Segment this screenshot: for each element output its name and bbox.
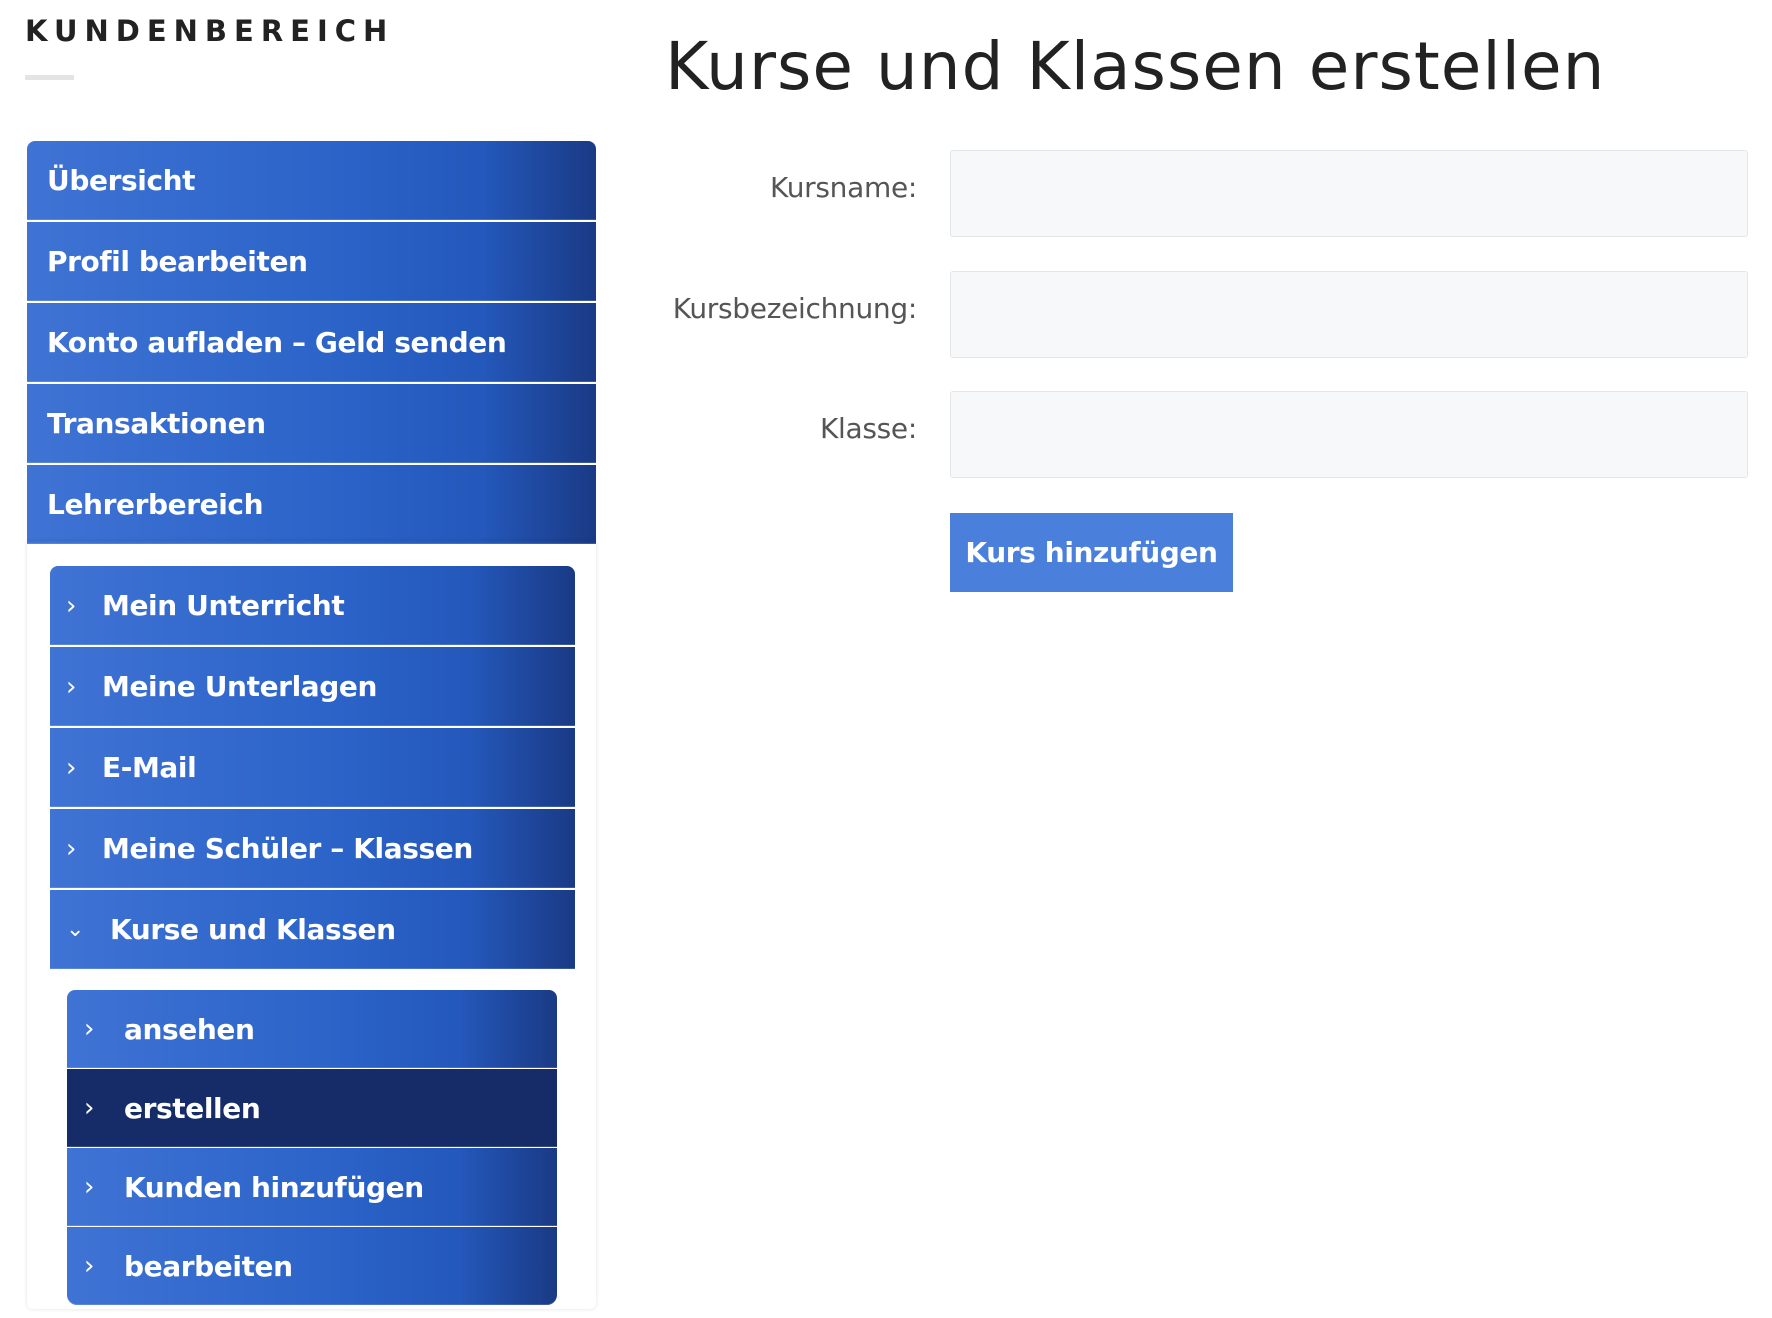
sidebar-title-underline (25, 75, 74, 80)
klasse-input[interactable] (950, 391, 1748, 478)
subsubmenu-item-label: bearbeiten (124, 1249, 293, 1283)
sidebar-item-konto-aufladen[interactable]: Konto aufladen – Geld senden (27, 303, 596, 382)
submenu-item-mein-unterricht[interactable]: › Mein Unterricht (50, 566, 575, 645)
submenu-item-email[interactable]: › E-Mail (50, 728, 575, 807)
submenu-item-meine-schueler-klassen[interactable]: › Meine Schüler – Klassen (50, 809, 575, 888)
submenu-item-meine-unterlagen[interactable]: › Meine Unterlagen (50, 647, 575, 726)
subsubmenu-item-kunden-hinzufuegen[interactable]: › Kunden hinzufügen (67, 1148, 557, 1226)
subsubmenu-item-label: Kunden hinzufügen (124, 1170, 424, 1204)
subsubmenu-item-label: erstellen (124, 1091, 261, 1125)
kurs-hinzufuegen-button[interactable]: Kurs hinzufügen (950, 513, 1233, 592)
sidebar-item-label: Konto aufladen – Geld senden (47, 326, 507, 359)
sidebar-item-label: Transaktionen (47, 407, 266, 440)
submenu-item-label: Mein Unterricht (102, 589, 345, 622)
sidebar-item-uebersicht[interactable]: Übersicht (27, 141, 596, 220)
sidebar-item-profil-bearbeiten[interactable]: Profil bearbeiten (27, 222, 596, 301)
sidebar-item-transaktionen[interactable]: Transaktionen (27, 384, 596, 463)
submenu-item-label: Meine Unterlagen (102, 670, 378, 703)
chevron-right-icon: › (66, 671, 76, 702)
subsubmenu-item-bearbeiten[interactable]: › bearbeiten (67, 1227, 557, 1305)
sidebar-item-label: Profil bearbeiten (47, 245, 308, 278)
kursname-label: Kursname: (770, 171, 917, 204)
subsubmenu-item-erstellen[interactable]: › erstellen (67, 1069, 557, 1147)
page-title: Kurse und Klassen erstellen (665, 28, 1606, 105)
submenu-item-label: Meine Schüler – Klassen (102, 832, 473, 865)
chevron-right-icon: › (84, 1014, 94, 1044)
submenu-item-label: E-Mail (102, 751, 197, 784)
subsubmenu-item-ansehen[interactable]: › ansehen (67, 990, 557, 1068)
chevron-right-icon: › (84, 1172, 94, 1202)
kursbezeichnung-input[interactable] (950, 271, 1748, 358)
chevron-right-icon: › (66, 833, 76, 864)
chevron-right-icon: › (84, 1251, 94, 1281)
sidebar-menu: Übersicht Profil bearbeiten Konto auflad… (27, 141, 596, 546)
app-root: KUNDENBEREICH Übersicht Profil bearbeite… (0, 0, 1772, 1318)
subsubmenu-item-label: ansehen (124, 1012, 255, 1046)
kurse-und-klassen-submenu: › ansehen › erstellen › Kunden hinzufüge… (67, 990, 557, 1306)
sidebar-title: KUNDENBEREICH (25, 14, 395, 48)
klasse-label: Klasse: (819, 412, 917, 445)
kursname-input[interactable] (950, 150, 1748, 237)
sidebar-item-label: Übersicht (47, 164, 196, 197)
chevron-right-icon: › (66, 752, 76, 783)
sidebar-item-lehrerbereich[interactable]: Lehrerbereich (27, 465, 596, 544)
sidebar-item-label: Lehrerbereich (47, 488, 264, 521)
kursbezeichnung-label: Kursbezeichnung: (672, 292, 918, 325)
lehrerbereich-submenu: › Mein Unterricht › Meine Unterlagen › E… (50, 566, 575, 971)
chevron-right-icon: › (84, 1093, 94, 1123)
chevron-down-icon: ⌄ (66, 917, 85, 942)
submenu-item-kurse-und-klassen[interactable]: ⌄ Kurse und Klassen (50, 890, 575, 969)
chevron-right-icon: › (66, 590, 76, 621)
submenu-item-label: Kurse und Klassen (110, 913, 396, 946)
